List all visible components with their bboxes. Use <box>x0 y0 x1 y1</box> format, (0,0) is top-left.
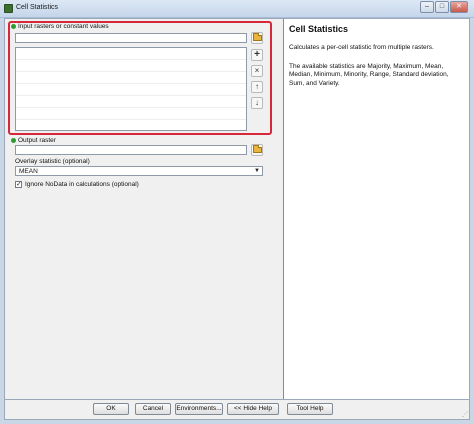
list-item[interactable] <box>16 108 246 120</box>
move-up-button[interactable]: ↑ <box>251 81 263 93</box>
browse-input-button[interactable] <box>251 32 263 44</box>
dialog-client: Input rasters or constant values + × ↑ ↓… <box>4 18 470 400</box>
output-raster-field[interactable] <box>15 145 247 155</box>
help-panel: Cell Statistics Calculates a per-cell st… <box>283 19 469 399</box>
list-item[interactable] <box>16 84 246 96</box>
list-item[interactable] <box>16 96 246 108</box>
title-bar: Cell Statistics – □ ✕ <box>0 0 474 18</box>
input-rasters-list[interactable] <box>15 47 247 131</box>
list-item[interactable] <box>16 60 246 72</box>
cancel-button[interactable]: Cancel <box>135 403 171 415</box>
minimize-button[interactable]: – <box>420 1 434 13</box>
hide-help-button[interactable]: << Hide Help <box>227 403 279 415</box>
app-icon <box>4 4 13 13</box>
button-bar: OK Cancel Environments... << Hide Help T… <box>4 400 470 420</box>
maximize-button[interactable]: □ <box>435 1 449 13</box>
overlay-statistic-value: MEAN <box>19 168 38 175</box>
ignore-nodata-checkbox[interactable]: ✓ <box>15 181 22 188</box>
parameters-panel: Input rasters or constant values + × ↑ ↓… <box>5 19 279 399</box>
list-item[interactable] <box>16 72 246 84</box>
help-paragraph: The available statistics are Majority, M… <box>289 62 449 87</box>
overlay-statistic-label: Overlay statistic (optional) <box>15 158 90 165</box>
remove-item-button[interactable]: × <box>251 65 263 77</box>
window-title: Cell Statistics <box>16 4 59 11</box>
required-indicator-icon <box>11 137 16 143</box>
overlay-statistic-select[interactable]: MEAN ▼ <box>15 166 263 176</box>
input-rasters-field[interactable] <box>15 33 247 43</box>
window-controls: – □ ✕ <box>420 1 468 15</box>
move-down-button[interactable]: ↓ <box>251 97 263 109</box>
chevron-down-icon: ▼ <box>254 168 260 174</box>
close-button[interactable]: ✕ <box>450 1 468 13</box>
environments-button[interactable]: Environments... <box>175 403 223 415</box>
resize-grip-icon[interactable]: ⋰ <box>462 411 468 418</box>
input-rasters-label: Input rasters or constant values <box>11 23 109 30</box>
add-item-button[interactable]: + <box>251 49 263 61</box>
required-indicator-icon <box>11 23 16 29</box>
browse-output-button[interactable] <box>251 144 263 156</box>
folder-icon <box>252 33 262 41</box>
help-title: Cell Statistics <box>289 24 349 34</box>
folder-icon <box>252 145 262 153</box>
output-raster-label: Output raster <box>11 137 56 144</box>
ignore-nodata-label: Ignore NoData in calculations (optional) <box>25 181 139 188</box>
tool-help-button[interactable]: Tool Help <box>287 403 333 415</box>
help-paragraph: Calculates a per-cell statistic from mul… <box>289 44 434 51</box>
ok-button[interactable]: OK <box>93 403 129 415</box>
list-item[interactable] <box>16 48 246 60</box>
